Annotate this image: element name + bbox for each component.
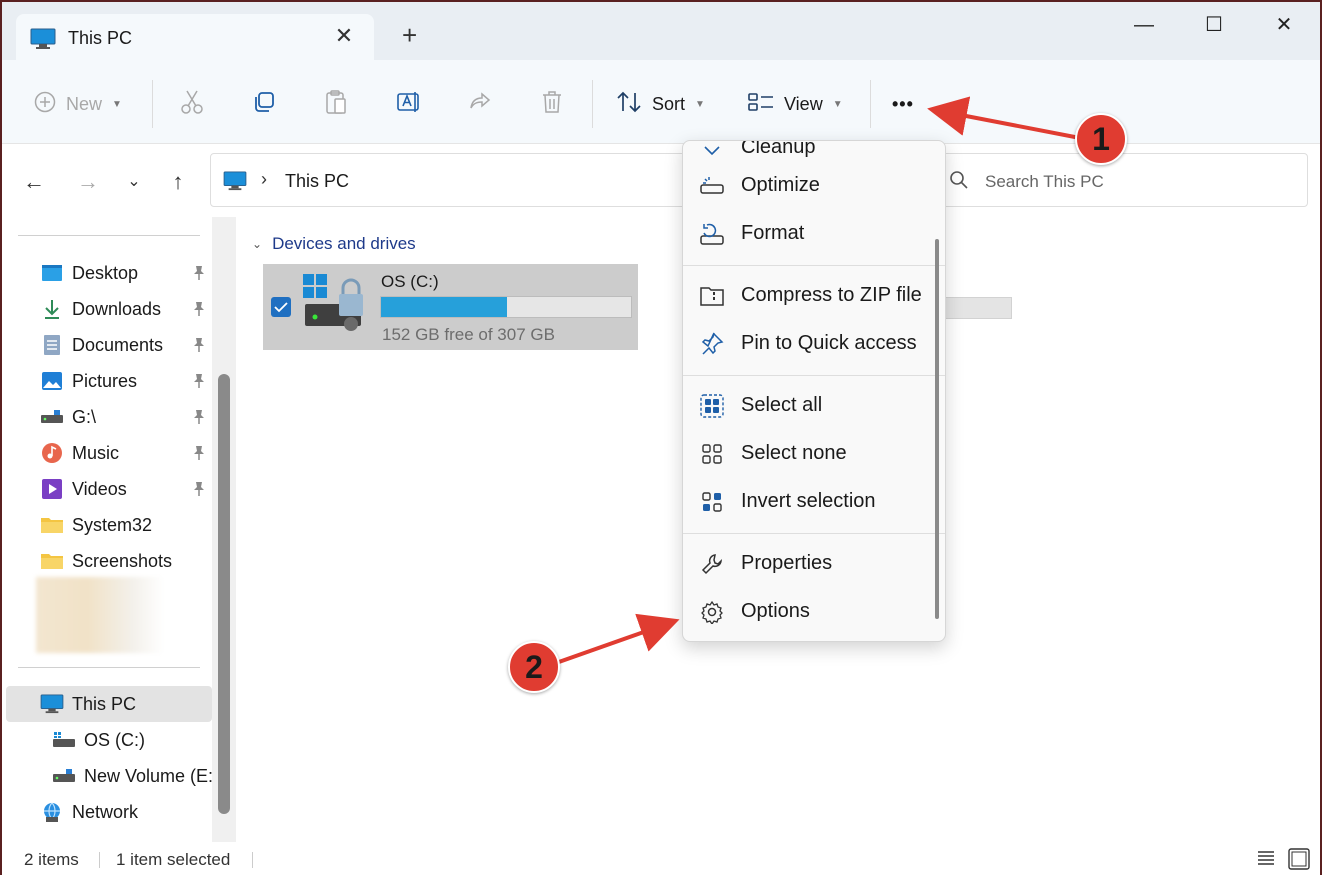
arrow-to-more-button [927, 96, 1081, 140]
annotation-badge-1: 1 [1075, 113, 1127, 165]
arrow-to-options [555, 613, 680, 665]
annotation-badge-2: 2 [508, 641, 560, 693]
